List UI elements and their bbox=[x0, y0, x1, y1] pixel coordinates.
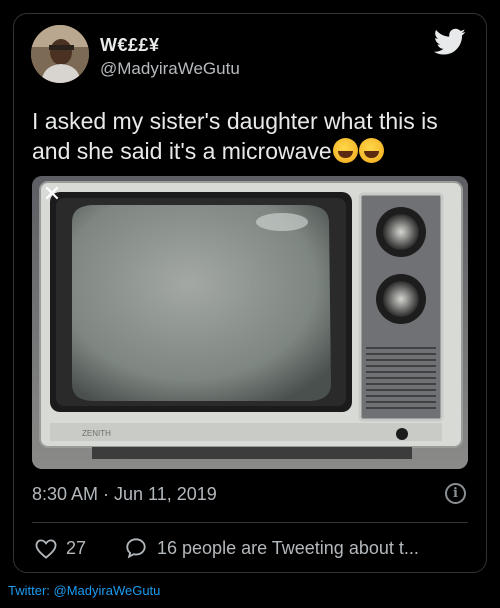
divider bbox=[32, 522, 468, 523]
heart-icon[interactable] bbox=[35, 539, 57, 559]
close-icon[interactable]: ✕ bbox=[42, 183, 62, 205]
tweet-text: I asked my sister's daughter what this i… bbox=[32, 106, 472, 166]
source-credit: Twitter: @MadyiraWeGutu bbox=[8, 583, 161, 598]
avatar[interactable] bbox=[31, 25, 89, 83]
like-count[interactable]: 27 bbox=[66, 538, 86, 559]
handle[interactable]: @MadyiraWeGutu bbox=[100, 59, 240, 79]
timestamp[interactable]: 8:30 AM · Jun 11, 2019 bbox=[32, 484, 217, 505]
tweet-card: W€££¥ @MadyiraWeGutu I asked my sister's… bbox=[13, 13, 487, 573]
people-tweeting-link[interactable]: 16 people are Tweeting about t... bbox=[157, 538, 419, 559]
tv-brand-label: ZENITH bbox=[82, 429, 111, 438]
tweet-image[interactable]: ZENITH ✕ bbox=[32, 176, 468, 469]
display-name[interactable]: W€££¥ bbox=[100, 35, 160, 56]
speech-bubble-icon[interactable] bbox=[125, 537, 147, 559]
twitter-bird-icon[interactable] bbox=[434, 28, 466, 56]
tears-of-joy-emoji-icon bbox=[358, 138, 384, 163]
info-icon[interactable]: i bbox=[445, 483, 466, 504]
tears-of-joy-emoji-icon bbox=[332, 138, 358, 163]
